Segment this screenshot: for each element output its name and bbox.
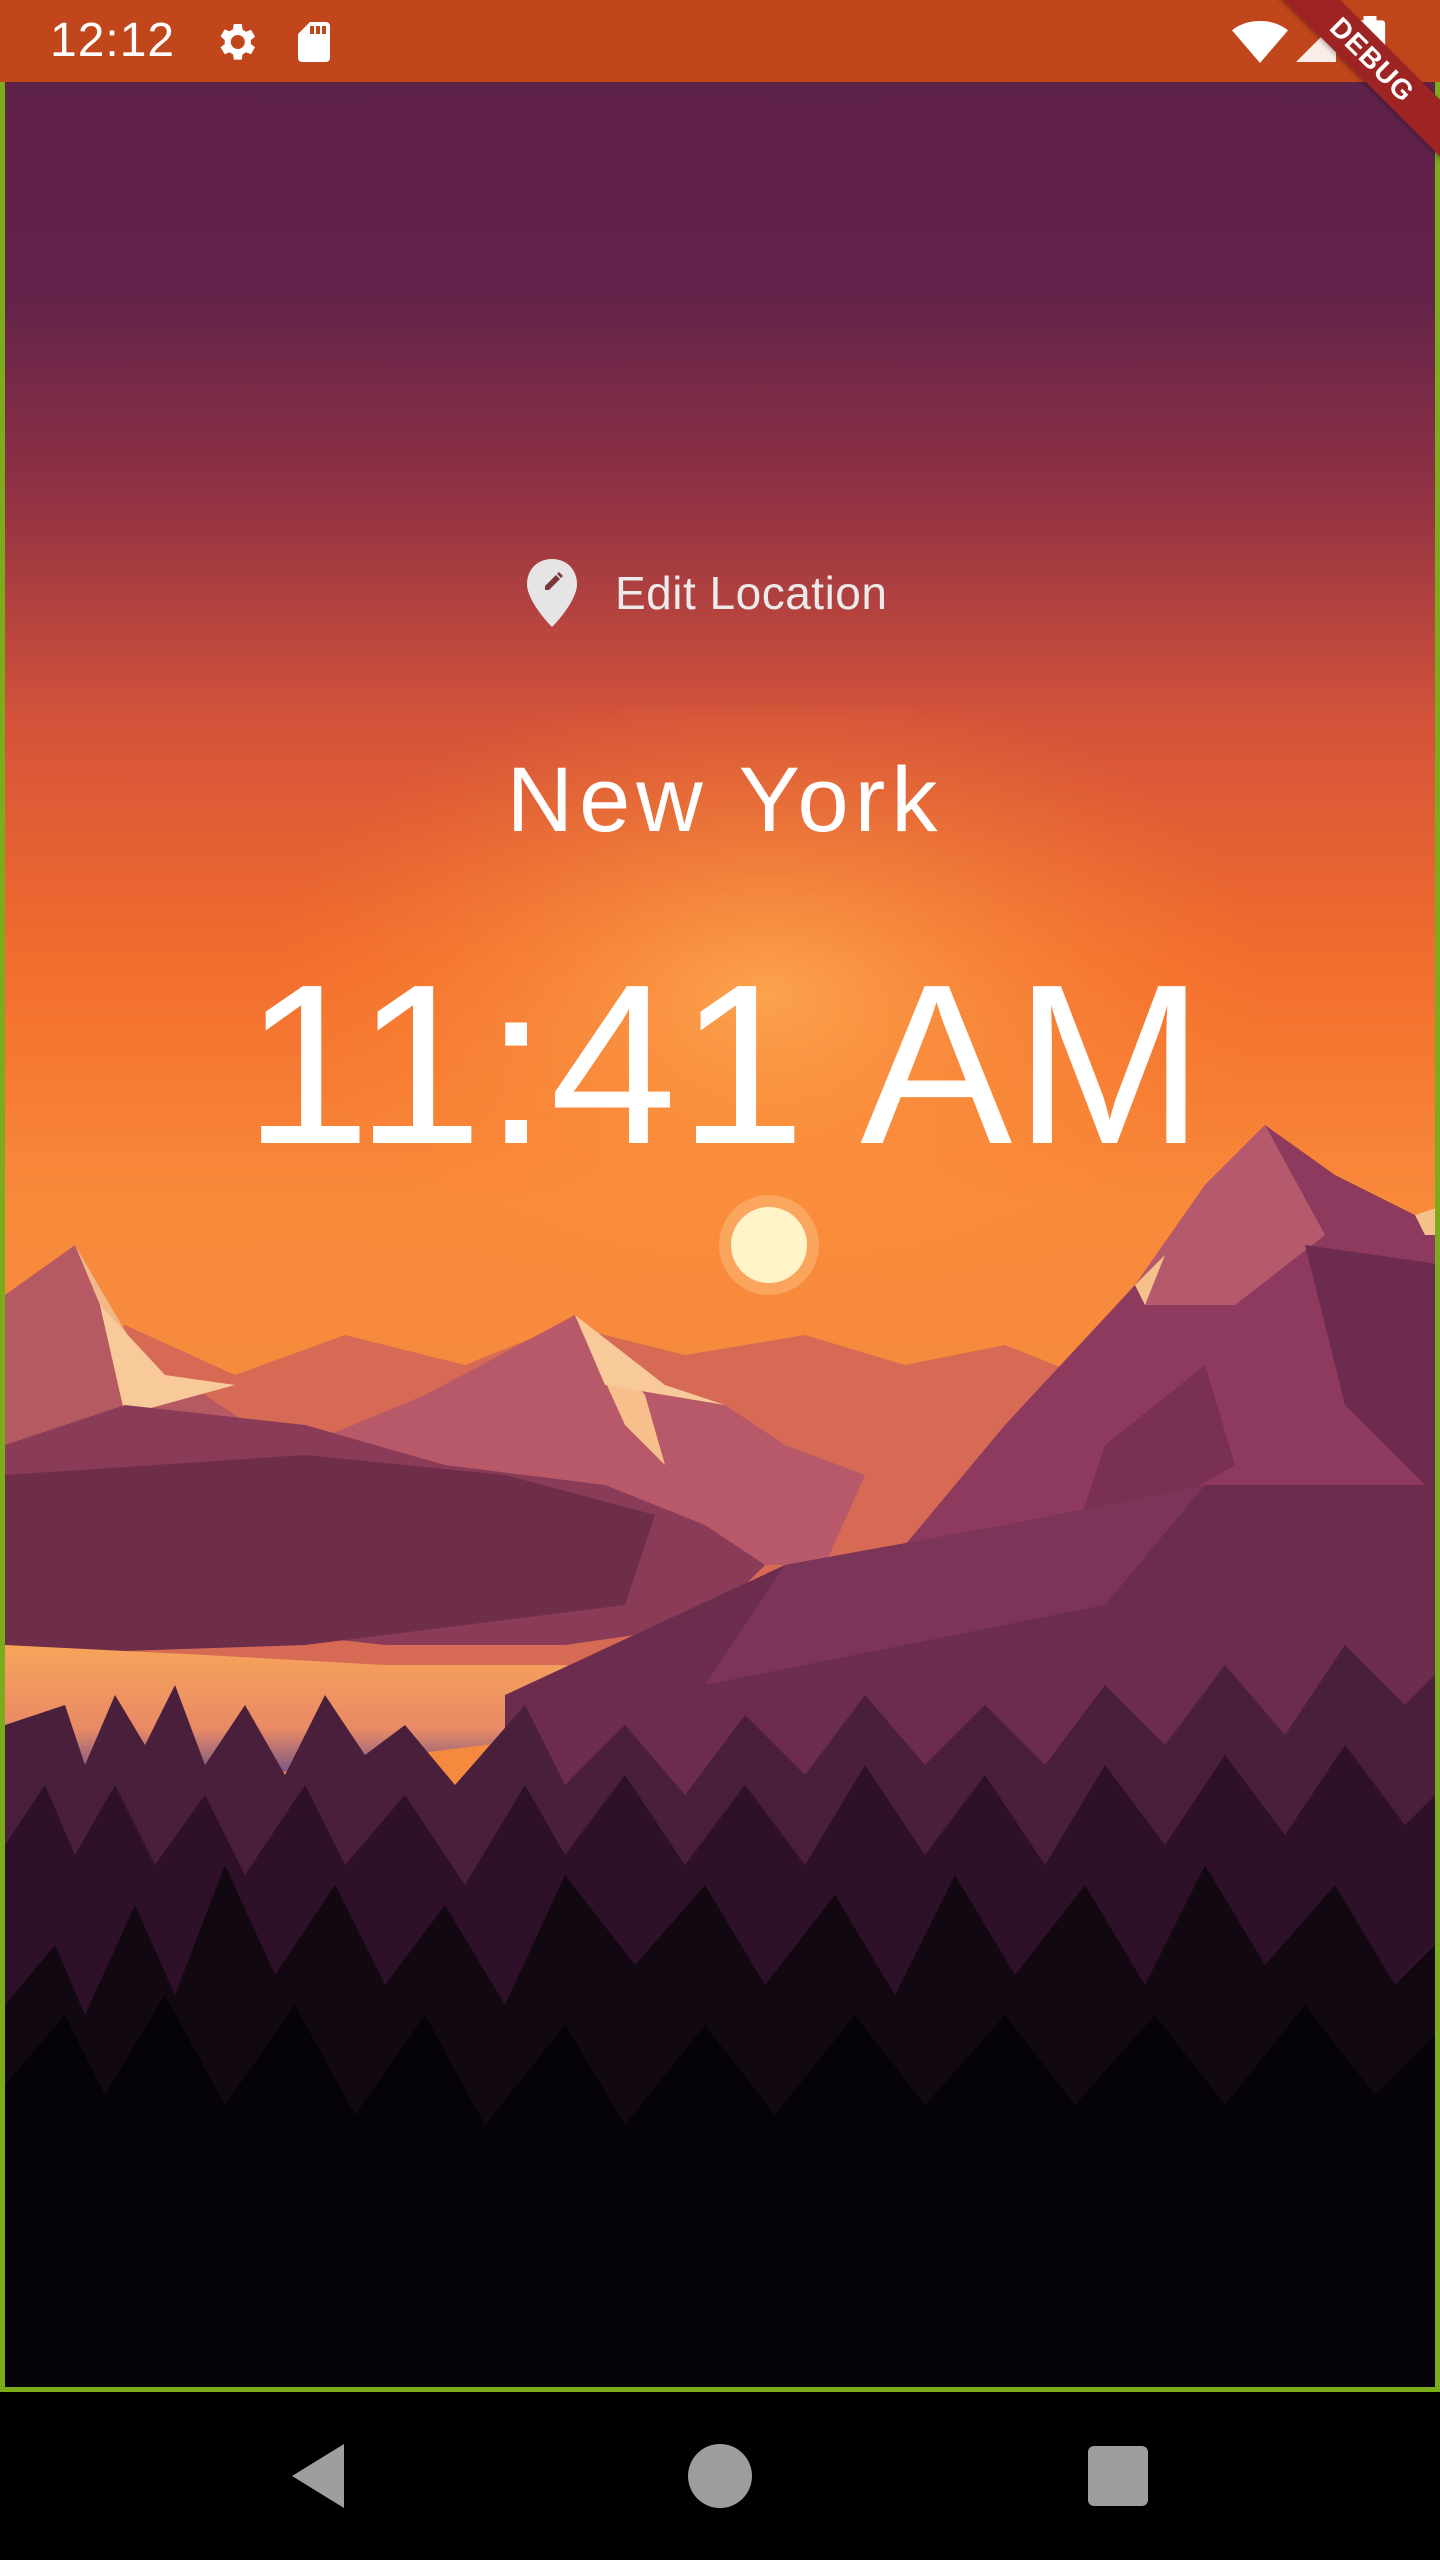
status-bar: 12:12 DEBUG (0, 0, 1440, 167)
phone-screen: Edit Location New York 11:41 AM 12:12 DE… (0, 0, 1440, 2560)
mountain-sunset-background (5, 5, 1435, 2387)
edit-location-icon (527, 559, 577, 627)
location-time: 11:41 AM (243, 938, 1207, 1192)
status-time: 12:12 (50, 14, 176, 67)
back-icon[interactable] (280, 2436, 360, 2516)
app-frame: Edit Location New York 11:41 AM (0, 0, 1440, 2392)
recents-icon[interactable] (1078, 2436, 1158, 2516)
location-name: New York (506, 749, 944, 851)
home-icon[interactable] (680, 2436, 760, 2516)
edit-location-button[interactable]: Edit Location (525, 553, 925, 633)
navigation-bar (0, 2392, 1440, 2560)
edit-location-label: Edit Location (615, 567, 888, 619)
sd-card-icon (298, 22, 330, 62)
wifi-icon (1232, 21, 1288, 63)
settings-icon (220, 24, 255, 60)
